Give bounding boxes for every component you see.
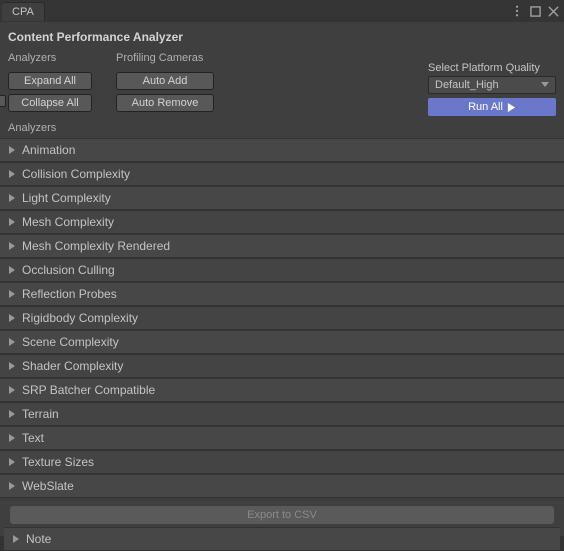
analyzers-section-label: Analyzers: [8, 50, 92, 68]
analyzer-label: SRP Batcher Compatible: [22, 383, 155, 397]
caret-right-icon: [8, 266, 20, 274]
analyzer-item[interactable]: Occlusion Culling: [0, 258, 564, 282]
analyzer-item[interactable]: WebSlate: [0, 474, 564, 498]
run-all-label: Run All: [468, 101, 503, 113]
page-title: Content Performance Analyzer: [0, 22, 564, 50]
caret-right-icon: [8, 290, 20, 298]
collapse-all-button[interactable]: Collapse All: [8, 94, 92, 112]
analyzer-item[interactable]: Mesh Complexity: [0, 210, 564, 234]
close-icon[interactable]: [546, 4, 560, 18]
caret-right-icon: [8, 146, 20, 154]
caret-right-icon: [8, 362, 20, 370]
caret-right-icon: [12, 535, 24, 543]
analyzer-item[interactable]: Reflection Probes: [0, 282, 564, 306]
content-area: Content Performance Analyzer Analyzers E…: [0, 22, 564, 536]
analyzer-label: Terrain: [22, 407, 59, 421]
run-all-button[interactable]: Run All: [428, 98, 556, 116]
platform-quality-label: Select Platform Quality: [428, 62, 556, 76]
analyzer-label: Scene Complexity: [22, 335, 119, 349]
analyzer-label: Light Complexity: [22, 191, 111, 205]
cameras-section-label: Profiling Cameras: [116, 50, 214, 68]
analyzer-item[interactable]: Animation: [0, 138, 564, 162]
caret-right-icon: [8, 314, 20, 322]
analyzers-list-header: Analyzers: [0, 116, 564, 138]
analyzer-item[interactable]: Mesh Complexity Rendered: [0, 234, 564, 258]
analyzer-item[interactable]: Light Complexity: [0, 186, 564, 210]
analyzers-list: Animation Collision Complexity Light Compl…: [0, 138, 564, 498]
analyzer-label: Shader Complexity: [22, 359, 123, 373]
analyzer-item[interactable]: Scene Complexity: [0, 330, 564, 354]
analyzer-item[interactable]: Text: [0, 426, 564, 450]
platform-quality-dropdown[interactable]: Default_High: [428, 76, 556, 94]
export-csv-button[interactable]: Export to CSV: [10, 506, 554, 524]
analyzer-label: Animation: [22, 143, 75, 157]
analyzer-label: WebSlate: [22, 479, 74, 493]
analyzer-label: Text: [22, 431, 44, 445]
expand-all-button[interactable]: Expand All: [8, 72, 92, 90]
analyzer-item[interactable]: Shader Complexity: [0, 354, 564, 378]
play-icon: [507, 103, 516, 112]
caret-right-icon: [8, 386, 20, 394]
caret-right-icon: [8, 194, 20, 202]
analyzer-item[interactable]: Rigidbody Complexity: [0, 306, 564, 330]
analyzer-label: Reflection Probes: [22, 287, 117, 301]
dropdown-value: Default_High: [435, 79, 499, 91]
caret-right-icon: [8, 170, 20, 178]
caret-right-icon: [8, 458, 20, 466]
analyzer-item[interactable]: Terrain: [0, 402, 564, 426]
kebab-menu-icon[interactable]: [510, 4, 524, 18]
analyzer-label: Texture Sizes: [22, 455, 94, 469]
analyzer-label: Mesh Complexity: [22, 215, 114, 229]
caret-right-icon: [8, 242, 20, 250]
auto-remove-button[interactable]: Auto Remove: [116, 94, 214, 112]
analyzer-label: Occlusion Culling: [22, 263, 115, 277]
note-label: Note: [26, 532, 51, 546]
analyzer-label: Mesh Complexity Rendered: [22, 239, 170, 253]
note-item[interactable]: Note: [4, 527, 560, 551]
maximize-icon[interactable]: [528, 4, 542, 18]
caret-right-icon: [8, 410, 20, 418]
caret-right-icon: [8, 434, 20, 442]
caret-right-icon: [8, 338, 20, 346]
analyzer-label: Collision Complexity: [22, 167, 130, 181]
left-edge-handle[interactable]: [0, 95, 6, 107]
analyzer-item[interactable]: Texture Sizes: [0, 450, 564, 474]
analyzer-label: Rigidbody Complexity: [22, 311, 138, 325]
controls-row: Analyzers Expand All Collapse All Profil…: [0, 50, 564, 116]
chevron-down-icon: [541, 79, 549, 91]
caret-right-icon: [8, 482, 20, 490]
titlebar: CPA: [0, 0, 564, 22]
window-tab[interactable]: CPA: [2, 2, 45, 21]
analyzer-item[interactable]: SRP Batcher Compatible: [0, 378, 564, 402]
caret-right-icon: [8, 218, 20, 226]
auto-add-button[interactable]: Auto Add: [116, 72, 214, 90]
analyzer-item[interactable]: Collision Complexity: [0, 162, 564, 186]
